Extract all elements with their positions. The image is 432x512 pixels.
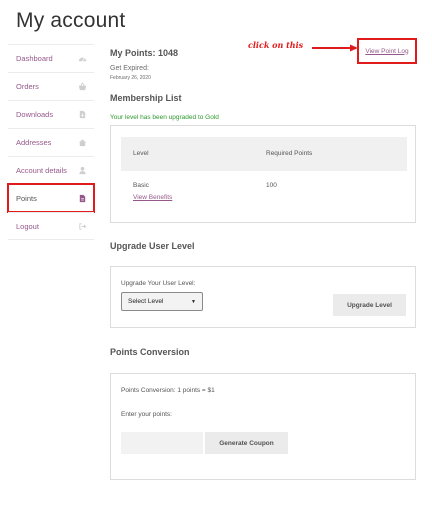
chevron-down-icon: ▼ [191,298,196,305]
level-select[interactable]: Select Level ▼ [121,292,203,311]
account-navigation: Dashboard Orders Downloads Addresses Acc… [7,44,95,240]
expiry-label: Get Expired: [110,65,149,72]
view-point-log-highlight: View Point Log [357,38,417,64]
nav-item-label: Account details [16,166,67,175]
view-point-log-link[interactable]: View Point Log [365,48,408,55]
points-conversion-panel: Points Conversion: 1 points = $1 Enter y… [110,373,416,480]
annotation-click-on-this: click on this [248,40,304,50]
nav-item-addresses[interactable]: Addresses [8,128,94,156]
annotation-arrow-icon [312,44,358,52]
points-file-icon [78,194,87,203]
upgrade-level-label: Upgrade Your User Level: [121,280,196,287]
nav-item-points[interactable]: Points [7,183,95,213]
membership-list-heading: Membership List [110,93,182,103]
membership-table-panel: Level Required Points Basic 100 View Ben… [110,125,416,223]
level-cell: Basic [133,182,149,189]
upgrade-level-heading: Upgrade User Level [110,241,195,251]
column-header-level: Level [133,150,149,157]
nav-item-account-details[interactable]: Account details [8,156,94,184]
generate-coupon-button[interactable]: Generate Coupon [205,432,288,454]
upgrade-success-message: Your level has been upgraded to Gold [110,114,219,121]
nav-item-label: Addresses [16,138,52,147]
page-title: My account [16,9,126,32]
membership-table-header: Level Required Points [121,137,407,171]
points-input[interactable] [121,432,203,454]
required-points-cell: 100 [266,182,277,189]
nav-item-dashboard[interactable]: Dashboard [8,44,94,72]
nav-item-downloads[interactable]: Downloads [8,100,94,128]
points-input-label: Enter your points: [121,411,172,418]
upgrade-level-button[interactable]: Upgrade Level [333,294,406,316]
nav-item-logout[interactable]: Logout [8,212,94,240]
upgrade-level-panel: Upgrade Your User Level: Select Level ▼ … [110,266,416,328]
nav-item-orders[interactable]: Orders [8,72,94,100]
nav-item-label: Downloads [16,110,54,119]
home-icon [78,138,87,147]
view-benefits-link[interactable]: View Benefits [133,194,172,201]
user-icon [78,166,87,175]
nav-item-label: Dashboard [16,54,53,63]
basket-icon [78,82,87,91]
nav-item-label: Orders [16,82,39,91]
conversion-rate-text: Points Conversion: 1 points = $1 [121,387,215,394]
logout-icon [78,222,87,231]
points-conversion-heading: Points Conversion [110,347,190,357]
nav-item-label: Points [16,194,37,203]
my-points-heading: My Points: 1048 [110,48,179,58]
level-select-value: Select Level [128,298,164,305]
expiry-date: February 26, 2020 [110,75,151,81]
file-download-icon [78,110,87,119]
dashboard-icon [78,54,87,63]
nav-item-label: Logout [16,221,39,231]
column-header-required-points: Required Points [266,150,313,157]
